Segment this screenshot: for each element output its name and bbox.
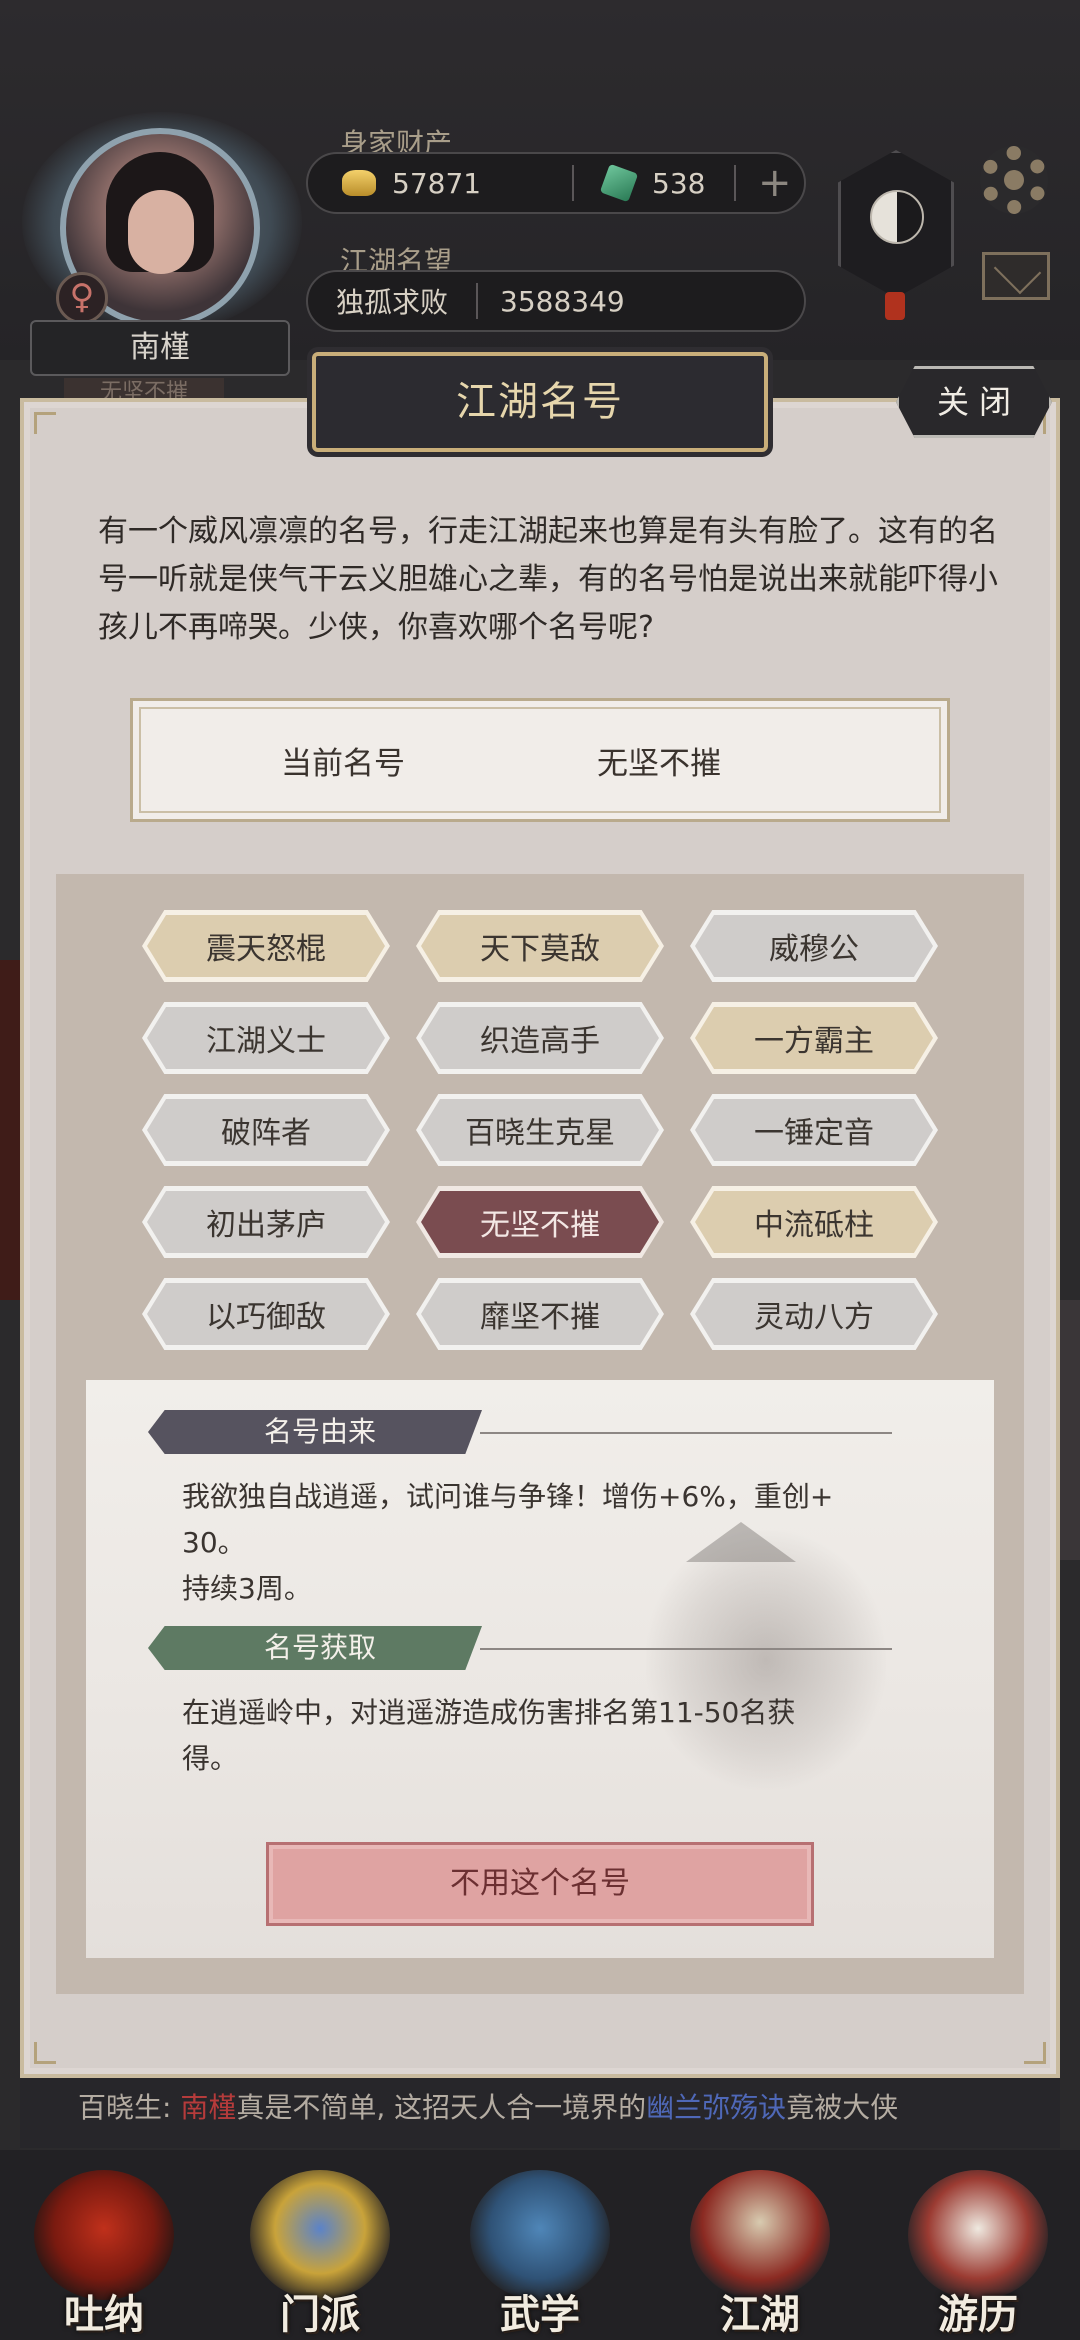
origin-text: 我欲独自战逍遥，试问谁与争锋！增伤+6%，重创+	[182, 1480, 834, 1513]
nav-jianghu[interactable]: 江湖	[670, 2160, 850, 2340]
intro-text: 有一个威风凛凛的名号，行走江湖起来也算是有头有脸了。这有的名号一听就是侠气干云义…	[98, 514, 998, 645]
section-divider	[480, 1648, 892, 1650]
title-option[interactable]: 中流砥柱	[690, 1186, 938, 1258]
player-name: 南槿	[30, 320, 290, 376]
unequip-title-button[interactable]: 不用这个名号	[266, 1842, 814, 1926]
jade-amount: 538	[652, 166, 706, 200]
add-currency-button[interactable]: +	[758, 163, 792, 203]
avatar-face	[128, 190, 194, 274]
current-title-box: 当前名号 无坚不摧	[130, 698, 950, 822]
nav-martial[interactable]: 武学	[450, 2160, 630, 2340]
current-title-label: 当前名号	[281, 745, 405, 782]
nav-travel[interactable]: 游历	[888, 2160, 1068, 2340]
chat-skill-name: 幽兰弥殇诀	[646, 2091, 787, 2124]
title-option[interactable]: 一锤定音	[690, 1094, 938, 1166]
jianghu-hat-icon	[690, 2170, 830, 2300]
sect-banner-icon	[250, 2170, 390, 2300]
origin-text: 30。	[182, 1526, 246, 1559]
close-button[interactable]: 关闭	[896, 366, 1052, 438]
divider	[734, 165, 736, 201]
dialog-title: 江湖名号	[312, 352, 768, 452]
origin-duration: 持续3周。	[182, 1572, 312, 1605]
origin-heading: 名号由来	[148, 1410, 482, 1454]
title-option[interactable]: 织造高手	[416, 1002, 664, 1074]
chat-sender: 百晓生:	[78, 2091, 181, 2124]
reputation-value: 3588349	[500, 284, 625, 318]
female-gender-icon: ♀	[56, 272, 108, 324]
title-option[interactable]: 震天怒棍	[142, 910, 390, 982]
corner-ornament	[34, 412, 56, 434]
title-option[interactable]: 一方霸主	[690, 1002, 938, 1074]
title-option-selected[interactable]: 无坚不摧	[416, 1186, 664, 1258]
corner-ornament	[34, 2042, 56, 2064]
nav-label: 江湖	[720, 2291, 800, 2338]
title-option[interactable]: 初出茅庐	[142, 1186, 390, 1258]
nav-sect[interactable]: 门派	[230, 2160, 410, 2340]
wealth-bar: 57871 538 +	[306, 152, 806, 214]
divider	[572, 165, 574, 201]
nav-label: 武学	[500, 2291, 580, 2338]
title-option[interactable]: 威穆公	[690, 910, 938, 982]
corner-ornament	[1024, 2042, 1046, 2064]
chat-player-name: 南槿	[180, 2091, 237, 2124]
title-option[interactable]: 以巧御敌	[142, 1278, 390, 1350]
nav-label: 吐纳	[64, 2291, 144, 2338]
title-option[interactable]: 天下莫敌	[416, 910, 664, 982]
chat-ticker[interactable]: 百晓生: 南槿真是不简单, 这招天人合一境界的幽兰弥殇诀竟被大侠	[20, 2078, 1060, 2148]
title-option[interactable]: 百晓生克星	[416, 1094, 664, 1166]
mail-icon[interactable]	[982, 252, 1050, 300]
gear-icon[interactable]	[980, 146, 1048, 214]
player-header: ♀ 身家财产 57871 538 + 江湖名望 独孤求败 3588349	[0, 0, 1080, 360]
travel-horse-icon	[908, 2170, 1048, 2300]
chat-message-end: 竟被大侠	[786, 2091, 899, 2124]
bottom-nav: 吐纳 门派 武学 江湖 游历	[0, 2150, 1080, 2340]
acquire-heading: 名号获取	[148, 1626, 482, 1670]
acquire-text: 得。	[182, 1742, 239, 1775]
divider	[476, 283, 478, 319]
reputation-rank: 独孤求败	[336, 286, 449, 319]
gold-ingot-icon	[342, 170, 376, 196]
section-divider	[480, 1432, 892, 1434]
title-option[interactable]: 破阵者	[142, 1094, 390, 1166]
gold-amount: 57871	[392, 166, 482, 200]
tassel-decoration	[885, 292, 905, 320]
nav-breathing[interactable]: 吐纳	[14, 2160, 194, 2340]
nav-label: 门派	[280, 2291, 360, 2338]
ink-swordsman-illustration	[646, 1530, 886, 1790]
chat-message: 真是不简单, 这招天人合一境界的	[236, 2091, 647, 2124]
acquire-text: 在逍遥岭中，对逍遥游造成伤害排名第11-50名获	[182, 1696, 796, 1729]
jade-icon	[599, 163, 639, 203]
reputation-bar: 独孤求败 3588349	[306, 270, 806, 332]
title-option[interactable]: 灵动八方	[690, 1278, 938, 1350]
title-option[interactable]: 江湖义士	[142, 1002, 390, 1074]
nav-label: 游历	[938, 2291, 1018, 2338]
title-option[interactable]: 靡坚不摧	[416, 1278, 664, 1350]
taiji-icon	[870, 190, 924, 244]
current-title-value: 无坚不摧	[597, 745, 721, 782]
breathing-gourd-icon	[34, 2170, 174, 2300]
martial-book-icon	[470, 2170, 610, 2300]
